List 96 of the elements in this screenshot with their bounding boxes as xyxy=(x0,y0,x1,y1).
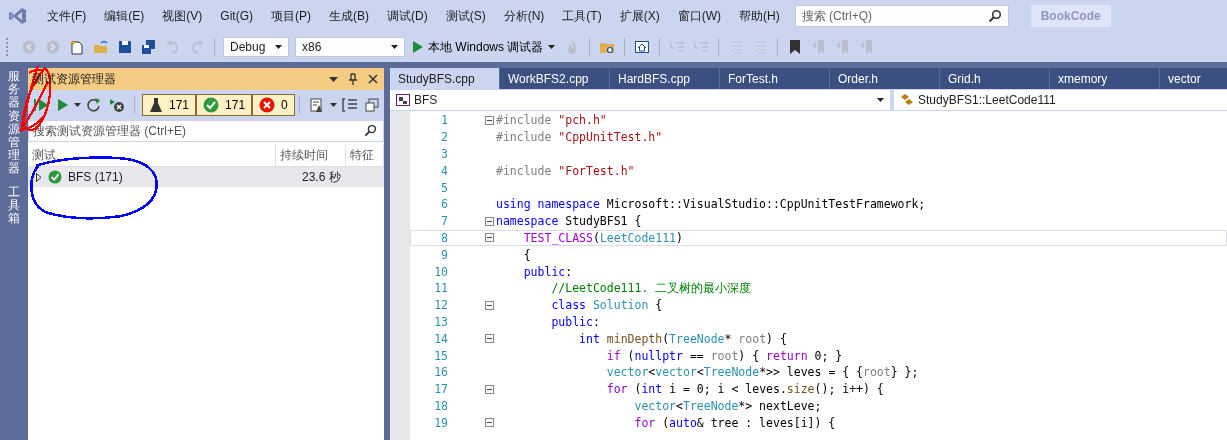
line-number: 3 xyxy=(440,147,449,161)
collapse-icon[interactable] xyxy=(485,418,494,428)
menu-item[interactable]: 扩展(X) xyxy=(610,7,669,25)
code-line: for (int i = 0; i < leves.size(); i++) { xyxy=(605,381,884,398)
column-header[interactable]: 持续时间 xyxy=(276,144,346,166)
line-number: 6 xyxy=(440,197,449,212)
line-number: 5 xyxy=(440,180,449,195)
scope-dropdown[interactable]: BFS xyxy=(390,90,890,110)
menu-item[interactable]: 分析(N) xyxy=(494,7,554,25)
failed-x-icon xyxy=(259,97,276,113)
line-number: 11 xyxy=(433,281,449,296)
menu-item[interactable]: 调试(D) xyxy=(378,7,437,25)
dropdown-caret-icon xyxy=(391,45,398,49)
failed-tests-filter[interactable]: 0 xyxy=(252,94,295,116)
menu-item[interactable]: 测试(S) xyxy=(436,7,495,25)
collapse-icon[interactable] xyxy=(485,233,494,243)
expand-arrow-icon[interactable] xyxy=(36,172,42,182)
code-line: public: xyxy=(550,313,600,330)
test-name: BFS (171) xyxy=(68,170,124,184)
dropdown-caret-icon[interactable] xyxy=(329,76,338,82)
code-line: namespace StudyBFS1 { xyxy=(496,213,642,230)
collapse-icon[interactable] xyxy=(485,384,494,394)
code-line: if (nullptr == root) { return 0; } xyxy=(605,347,843,364)
line-number: 17 xyxy=(433,382,449,397)
play-icon xyxy=(413,41,423,53)
line-number: 4 xyxy=(440,163,449,178)
line-number: 19 xyxy=(433,415,449,430)
line-number: 12 xyxy=(433,298,449,313)
play-icon xyxy=(57,98,69,112)
project-icon xyxy=(396,94,410,106)
line-number: 2 xyxy=(440,130,449,145)
code-line: public: xyxy=(522,263,573,280)
class-icon xyxy=(900,94,914,106)
dropdown-caret-icon xyxy=(548,45,556,49)
total-tests-filter[interactable]: 171 xyxy=(142,94,197,116)
flask-icon xyxy=(149,97,163,113)
menu-item[interactable]: 视图(V) xyxy=(153,7,212,25)
pin-icon[interactable] xyxy=(348,73,358,85)
code-line: #include "pch.h" xyxy=(496,112,607,129)
test-row[interactable]: BFS (171) 23.6 秒 xyxy=(28,167,384,187)
code-line: { xyxy=(522,246,531,263)
menu-item[interactable]: 项目(P) xyxy=(262,7,320,25)
close-icon[interactable] xyxy=(368,74,378,84)
code-line: TEST_CLASS(LeetCode111) xyxy=(522,229,683,246)
ide-logo-icon xyxy=(8,6,28,26)
member-dropdown[interactable]: StudyBFS1::LeetCode111 xyxy=(894,90,1227,110)
line-number: 14 xyxy=(433,331,449,346)
side-panel-tab[interactable]: 工具箱 xyxy=(8,185,20,226)
column-header[interactable]: 特征 xyxy=(346,144,384,166)
menu-item[interactable]: Git(G) xyxy=(211,9,262,23)
dropdown-caret-icon[interactable] xyxy=(74,103,81,107)
line-number: 10 xyxy=(433,264,449,279)
code-line: //LeetCode111. 二叉树的最小深度 xyxy=(550,280,752,297)
code-line: int minDepth(TreeNode* root) { xyxy=(578,330,787,347)
run-all-icon xyxy=(34,98,50,112)
column-header[interactable]: 测试 xyxy=(28,144,276,166)
collapse-icon[interactable] xyxy=(485,300,494,310)
search-icon xyxy=(987,9,1002,23)
collapse-icon[interactable] xyxy=(485,216,494,226)
menu-item[interactable]: 帮助(H) xyxy=(730,7,789,25)
code-line: using namespace Microsoft::VisualStudio::CppUnitTestFramework; xyxy=(496,196,926,213)
menu-item[interactable]: 生成(B) xyxy=(320,7,378,25)
menu-item[interactable]: 窗口(W) xyxy=(668,7,730,25)
code-line: #include "CppUnitTest.h" xyxy=(496,129,663,146)
menu-item[interactable]: 工具(T) xyxy=(553,7,611,25)
code-line: #include "ForTest.h" xyxy=(496,162,635,179)
passed-tests-filter[interactable]: 171 xyxy=(196,94,253,116)
dropdown-caret-icon xyxy=(275,45,282,49)
test-duration: 23.6 秒 xyxy=(302,168,341,186)
line-number: 13 xyxy=(433,314,449,329)
line-number: 18 xyxy=(433,398,449,413)
file-tab[interactable]: StudyBFS.cpp xyxy=(390,68,500,89)
line-number: 1 xyxy=(440,113,449,128)
collapse-icon[interactable] xyxy=(485,334,494,344)
search-icon xyxy=(364,124,377,137)
line-number: 8 xyxy=(440,230,449,245)
side-panel-tab[interactable]: 服务器资源管理器 xyxy=(8,70,20,176)
line-number: 9 xyxy=(440,247,449,262)
dropdown-caret-icon xyxy=(877,98,884,102)
menu-item[interactable]: 编辑(E) xyxy=(95,7,154,25)
line-number: 16 xyxy=(433,365,449,380)
code-line: for (auto& tree : leves[i]) { xyxy=(633,414,836,431)
line-number: 15 xyxy=(433,348,449,363)
code-line: class Solution { xyxy=(550,297,663,314)
start-debugging-button[interactable]: 本地 Windows 调试器 xyxy=(409,38,560,56)
line-number: 7 xyxy=(440,214,449,229)
passed-check-icon xyxy=(203,97,220,113)
passed-check-icon xyxy=(48,170,62,184)
code-line: vector<TreeNode*> nextLeve; xyxy=(633,397,822,414)
collapse-icon[interactable] xyxy=(485,115,494,125)
platform-dropdown[interactable]: x86 xyxy=(295,37,405,57)
menu-item[interactable]: 文件(F) xyxy=(38,7,96,25)
code-line: vector<vector<TreeNode*>> leves = { {root} }; xyxy=(605,364,919,381)
dropdown-caret-icon[interactable] xyxy=(329,103,337,107)
configuration-dropdown[interactable]: Debug xyxy=(223,37,289,57)
search-field[interactable]: 搜索 (Ctrl+Q) xyxy=(794,5,1009,27)
